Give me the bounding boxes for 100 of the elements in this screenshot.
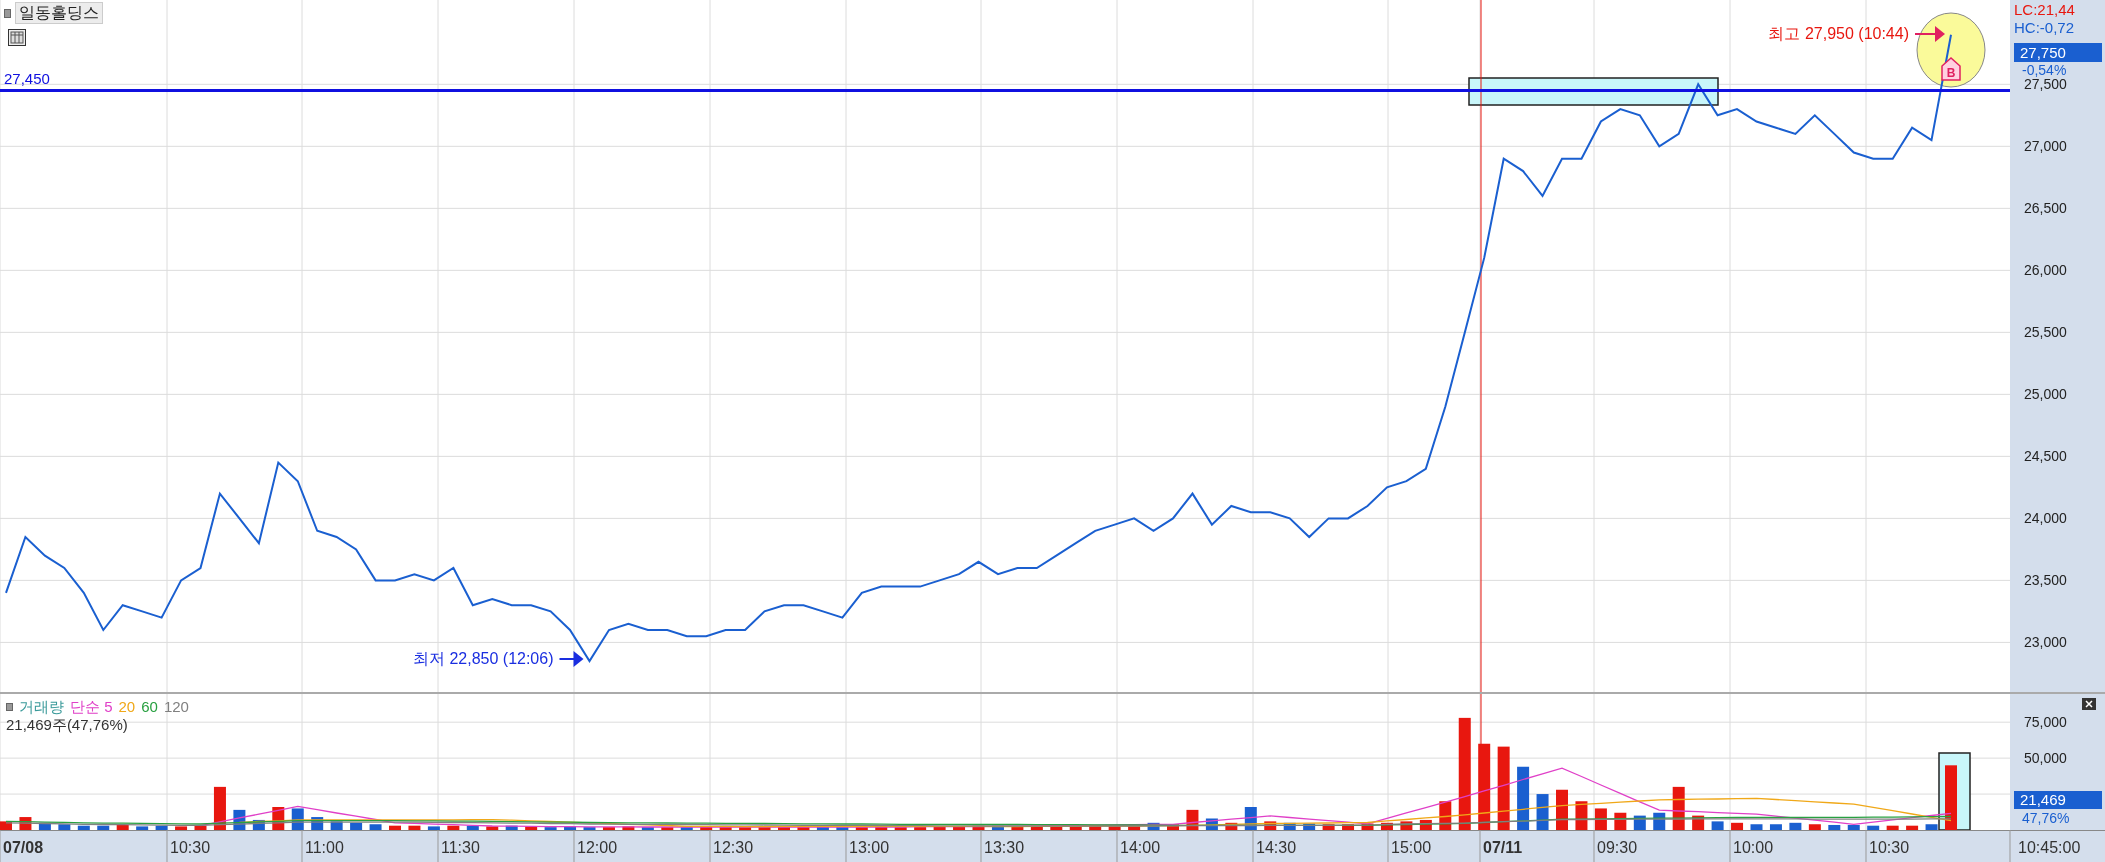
price-axis-label: 27,500 [2024,76,2067,93]
volume-bar [1108,824,1121,830]
volume-bar [972,825,985,830]
volume-bar [1828,824,1841,830]
volume-bar [661,827,674,830]
panel-handle-icon[interactable] [4,8,11,18]
volume-bar [914,827,927,830]
volume-bar [1225,822,1238,830]
volume-bar [1303,823,1316,830]
volume-bar [1945,765,1957,830]
volume-bar [1867,825,1880,830]
volume-bar [875,826,888,830]
volume-bar [953,826,966,830]
volume-bar [1030,825,1043,830]
volume-bar [0,821,12,830]
volume-bar [525,826,538,830]
volume-bar [116,824,129,830]
time-axis-label: 07/08 [3,839,44,856]
time-axis-label: 15:00 [1391,839,1432,856]
last-price-value: 27,750 [2020,44,2066,61]
reference-price-label: 27,450 [4,69,50,87]
volume-bar [408,825,421,830]
volume-bar [58,824,71,830]
volume-bar [719,827,732,830]
volume-bar [1322,824,1335,830]
volume-bar [1536,794,1549,830]
time-axis-label: 11:00 [305,839,344,856]
panel-handle-icon[interactable] [6,703,13,711]
close-icon[interactable] [2082,698,2096,710]
lc-readout: LC:21,44 [2014,1,2075,18]
volume-bar [991,825,1004,830]
volume-bar [1089,824,1102,830]
volume-bar [350,822,363,830]
volume-bar [330,821,343,830]
time-axis-label: 10:00 [1733,839,1774,856]
volume-bar [1167,824,1179,830]
volume-bar [1128,824,1141,830]
time-axis-label: 07/11 [1483,839,1523,856]
volume-bar [836,827,849,830]
volume-reading: 21,469주(47,76%) [6,716,129,734]
volume-bar [602,827,615,830]
change-percent: -0,54% [2022,62,2067,78]
volume-bar [622,826,635,830]
volume-bar [1069,825,1082,830]
volume-bar [1283,822,1296,830]
volume-bar [1342,824,1355,830]
time-axis-label: 13:00 [849,839,890,856]
volume-bar [155,825,168,830]
volume-bar [1575,801,1588,830]
time-axis-label: 12:00 [577,839,618,856]
time-axis-label: 10:30 [170,839,211,856]
volume-bar [1711,821,1724,830]
volume-axis-label: 50,000 [2024,750,2067,767]
volume-bar [1050,824,1063,830]
last-volume-value: 21,469 [2020,791,2066,808]
time-axis-label: 14:00 [1120,839,1161,856]
grid-view-icon[interactable] [8,29,26,46]
volume-bar [1264,821,1277,830]
volume-bar [1361,823,1374,830]
volume-bar [758,826,771,830]
volume-bar [1147,822,1160,830]
volume-bar [641,827,654,830]
high-arrow-icon [1914,26,1945,42]
volume-bar [97,825,110,830]
price-axis-label: 27,000 [2024,138,2067,155]
hc-readout: HC:-0,72 [2014,19,2075,36]
volume-bar [564,826,577,830]
volume-bar [1847,824,1860,830]
volume-bar [680,827,693,830]
volume-bar [1011,826,1024,830]
volume-bar [447,825,460,830]
volume-bar [1731,822,1744,830]
volume-bar [194,825,207,830]
price-axis-label: 25,500 [2024,324,2067,341]
volume-bar [1789,822,1802,830]
low-arrow-icon [558,651,584,667]
legend-item: 20 [118,698,136,716]
volume-bar [583,827,596,830]
legend-item: 120 [163,698,189,716]
legend-item: 단순 5 [70,698,113,716]
volume-ratio: 47,76% [2022,810,2070,826]
volume-bar [1517,766,1530,830]
volume-bar [700,826,713,830]
volume-bar [1672,786,1685,830]
high-price-label: 최고 27,950 (10:44) [1768,25,1909,42]
volume-bar [778,827,790,830]
volume-bar [1419,819,1432,830]
volume-bar [466,825,479,830]
time-axis-label: 09:30 [1597,839,1638,856]
low-price-label: 최저 22,850 (12:06) [412,650,554,667]
time-axis-label: 10:30 [1869,839,1910,856]
price-axis-label: 26,000 [2024,262,2067,279]
volume-bar [855,827,868,830]
volume-bar [213,786,226,830]
price-axis-label: 23,500 [2024,572,2067,589]
volume-bar [933,826,946,830]
volume-bar [175,826,188,830]
volume-bar [369,824,382,830]
time-axis-label: 13:30 [984,839,1025,856]
volume-bar [252,819,265,830]
